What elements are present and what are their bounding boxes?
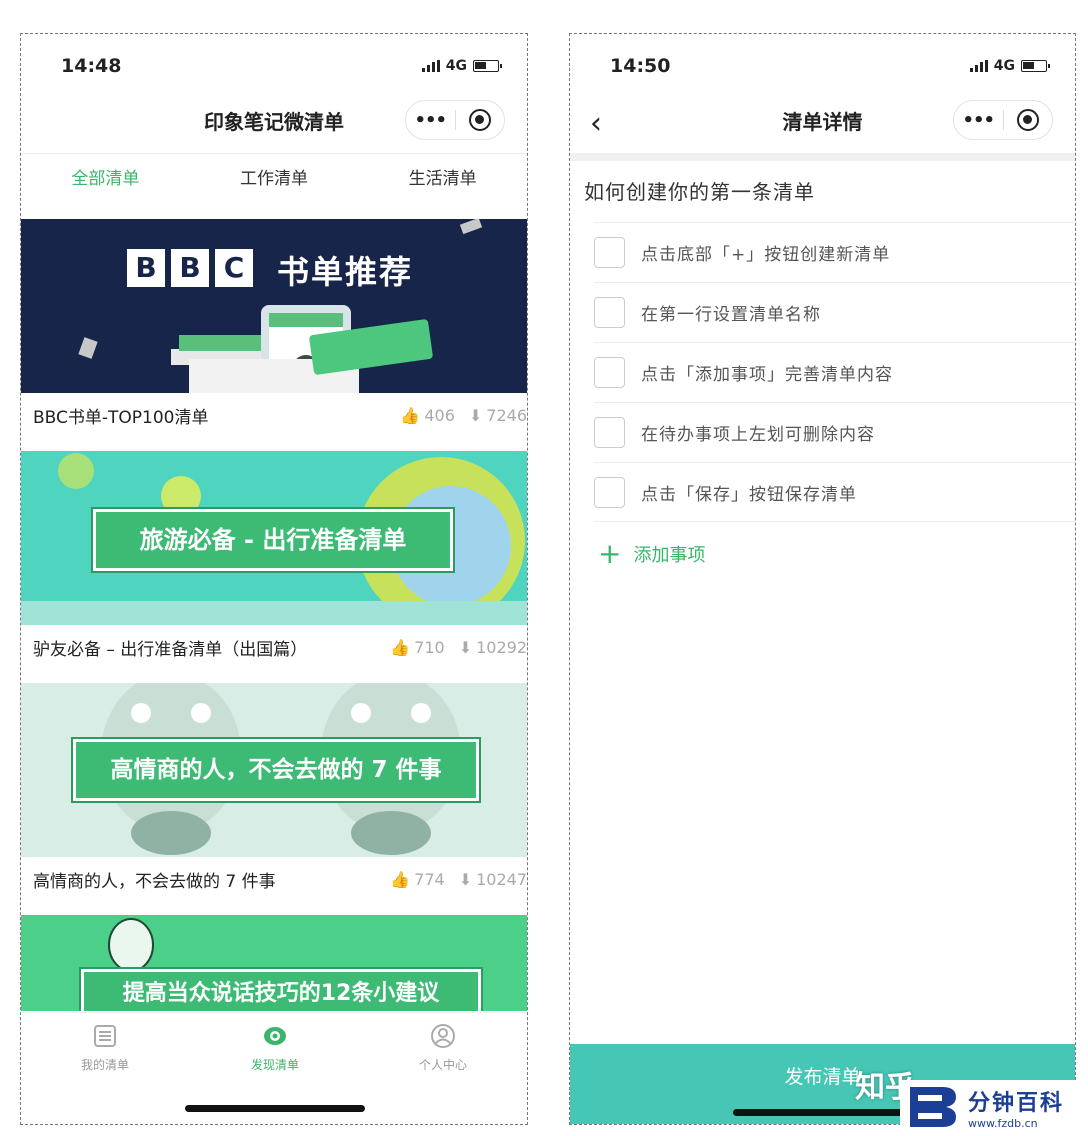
tabbar-my-lists[interactable]: 我的清单 <box>45 1023 165 1073</box>
close-target-icon[interactable] <box>1004 109 1053 131</box>
banner-text: 高情商的人，不会去做的 7 件事 <box>71 737 481 803</box>
thumbs-up-icon[interactable]: 👍 <box>390 870 410 889</box>
item-checkbox[interactable] <box>594 476 625 508</box>
category-tabs: 全部清单 工作清单 生活清单 <box>21 153 527 215</box>
tab-work[interactable]: 工作清单 <box>190 154 359 215</box>
right-phone-screen: 14:50 4G ‹ 清单详情 ••• 如何创建你的第一条清单 点击底部「+」按… <box>569 33 1076 1125</box>
site-name: 分钟百科 <box>968 1090 1065 1116</box>
network-type: 4G <box>993 58 1015 74</box>
book-illustration-icon <box>78 219 483 393</box>
tabbar-profile[interactable]: 个人中心 <box>383 1023 503 1073</box>
tabbar-label: 个人中心 <box>418 1058 467 1072</box>
tabbar-label: 我的清单 <box>80 1058 129 1072</box>
close-target-icon[interactable] <box>456 109 505 131</box>
user-icon <box>431 1024 455 1048</box>
list-item: 点击「添加事项」完善清单内容 <box>594 342 1075 402</box>
mini-program-capsule: ••• <box>953 100 1053 140</box>
add-item-button[interactable]: + 添加事项 <box>598 540 705 568</box>
network-type: 4G <box>445 58 467 74</box>
banner-text: 提高当众说话技巧的12条小建议 <box>79 967 483 1011</box>
list-card[interactable]: BBC 书单推荐 BBC书单-TOP100清单 👍 406 ⬇ 7246 <box>21 219 527 437</box>
list-card[interactable]: 提高当众说话技巧的12条小建议 <box>21 915 527 1011</box>
more-icon[interactable]: ••• <box>954 110 1003 131</box>
status-time: 14:50 <box>610 55 671 77</box>
like-count: 774 <box>414 869 445 889</box>
card-banner: 高情商的人，不会去做的 7 件事 <box>21 683 527 857</box>
tabbar-discover[interactable]: 发现清单 <box>215 1023 335 1073</box>
thumbs-up-icon[interactable]: 👍 <box>400 406 420 425</box>
tabbar-label: 发现清单 <box>250 1058 299 1072</box>
like-count: 406 <box>424 405 455 425</box>
card-banner: BBC 书单推荐 <box>21 219 527 393</box>
list-icon <box>94 1025 116 1047</box>
more-icon[interactable]: ••• <box>406 110 455 131</box>
item-text[interactable]: 点击「保存」按钮保存清单 <box>641 480 857 505</box>
list-item: 在待办事项上左划可删除内容 <box>594 402 1075 462</box>
bottom-tab-bar: 我的清单 发现清单 个人中心 <box>21 1012 527 1124</box>
download-icon[interactable]: ⬇ <box>469 406 482 425</box>
item-checkbox[interactable] <box>594 417 625 448</box>
download-icon[interactable]: ⬇ <box>459 638 472 657</box>
eye-icon <box>264 1027 286 1045</box>
item-text[interactable]: 点击「添加事项」完善清单内容 <box>641 360 893 385</box>
battery-icon <box>1021 60 1050 72</box>
item-text[interactable]: 在第一行设置清单名称 <box>641 300 821 325</box>
list-item: 在第一行设置清单名称 <box>594 282 1075 342</box>
nav-bar: ‹ 清单详情 ••• <box>570 96 1075 148</box>
item-checkbox[interactable] <box>594 297 625 328</box>
site-logo-icon <box>910 1087 956 1127</box>
download-count: 10247 <box>476 869 527 889</box>
thumbs-up-icon[interactable]: 👍 <box>390 638 410 657</box>
like-count: 710 <box>414 637 445 657</box>
publish-label: 发布清单 <box>784 1066 861 1088</box>
plus-icon: + <box>598 537 622 570</box>
card-title: 高情商的人，不会去做的 7 件事 <box>33 871 276 892</box>
left-phone-screen: 14:48 4G 印象笔记微清单 ••• 全部清单 工作清单 生活清单 BBC … <box>20 33 528 1125</box>
divider <box>570 153 1075 161</box>
site-url: www.fzdb.cn <box>968 1116 1038 1130</box>
mini-program-capsule: ••• <box>405 100 505 140</box>
todo-list: 点击底部「+」按钮创建新清单 在第一行设置清单名称 点击「添加事项」完善清单内容… <box>594 222 1075 522</box>
item-text[interactable]: 在待办事项上左划可删除内容 <box>641 420 875 445</box>
download-icon[interactable]: ⬇ <box>459 870 472 889</box>
status-bar: 14:50 4G <box>570 34 1075 94</box>
card-title: 驴友必备 – 出行准备清单（出国篇） <box>33 639 308 660</box>
list-item: 点击底部「+」按钮创建新清单 <box>594 222 1075 282</box>
home-indicator <box>733 1109 913 1116</box>
item-checkbox[interactable] <box>594 357 625 388</box>
download-count: 10292 <box>476 637 527 657</box>
tab-all[interactable]: 全部清单 <box>21 154 190 215</box>
list-item: 点击「保存」按钮保存清单 <box>594 462 1075 522</box>
card-banner: 提高当众说话技巧的12条小建议 <box>21 915 527 1011</box>
download-count: 7246 <box>486 405 527 425</box>
card-title: BBC书单-TOP100清单 <box>33 407 209 428</box>
list-card[interactable]: 旅游必备 - 出行准备清单 驴友必备 – 出行准备清单（出国篇） 👍 710 ⬇ 1… <box>21 451 527 669</box>
card-banner: 旅游必备 - 出行准备清单 <box>21 451 527 625</box>
list-title[interactable]: 如何创建你的第一条清单 <box>584 176 815 205</box>
status-time: 14:48 <box>61 55 122 77</box>
add-item-label: 添加事项 <box>633 545 706 566</box>
banner-text: 旅游必备 - 出行准备清单 <box>91 507 455 573</box>
item-text[interactable]: 点击底部「+」按钮创建新清单 <box>641 240 890 265</box>
signal-icon <box>969 60 988 72</box>
battery-icon <box>473 60 502 72</box>
status-bar: 14:48 4G <box>21 34 527 94</box>
tab-life[interactable]: 生活清单 <box>358 154 527 215</box>
card-list: BBC 书单推荐 BBC书单-TOP100清单 👍 406 ⬇ 7246 旅游必… <box>21 219 527 1124</box>
item-checkbox[interactable] <box>594 237 625 268</box>
nav-bar: 印象笔记微清单 ••• <box>21 96 527 148</box>
signal-icon <box>421 60 440 72</box>
home-indicator <box>185 1105 365 1112</box>
site-watermark: 分钟百科 www.fzdb.cn <box>900 1080 1085 1134</box>
list-card[interactable]: 高情商的人，不会去做的 7 件事 高情商的人，不会去做的 7 件事 👍 774 ⬇… <box>21 683 527 901</box>
